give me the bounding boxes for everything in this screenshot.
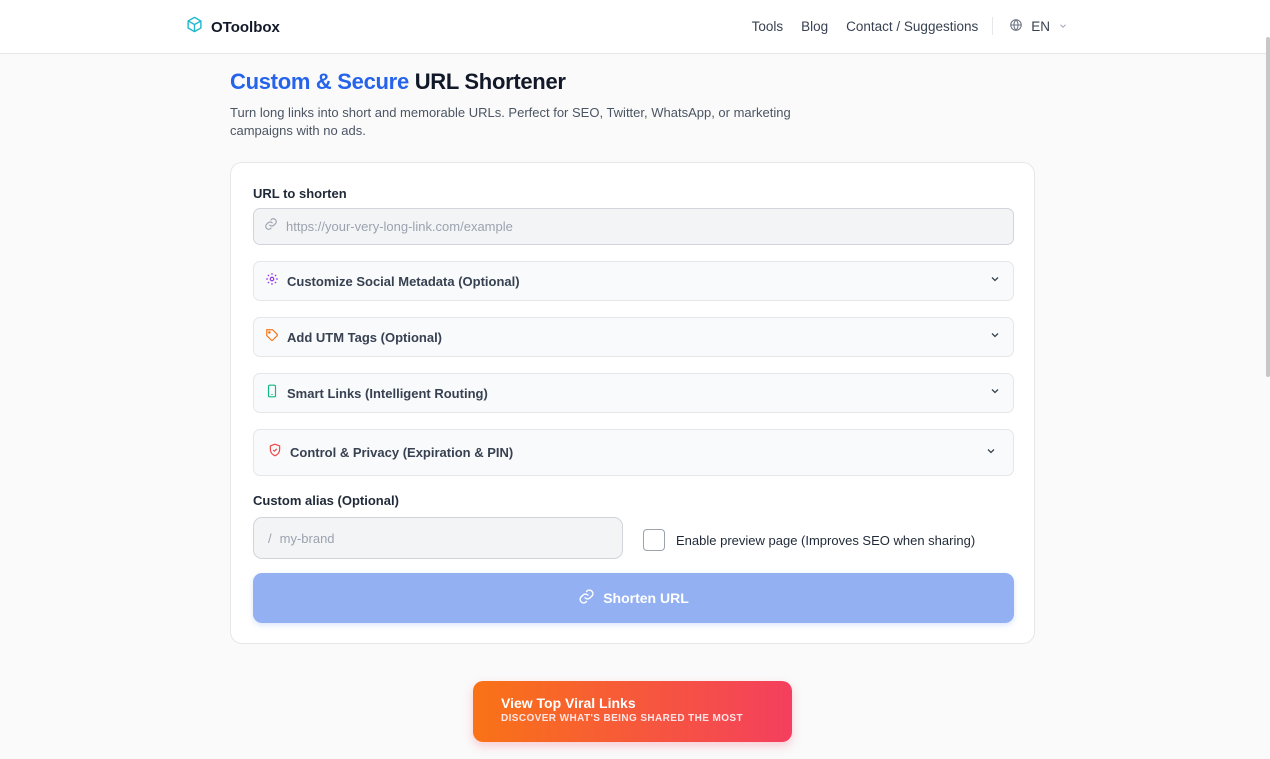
page-title-accent: Custom & Secure — [230, 69, 409, 94]
page-title: Custom & Secure URL Shortener — [230, 69, 566, 95]
nav-tools[interactable]: Tools — [752, 19, 784, 34]
top-navbar: OToolbox Tools Blog Contact / Suggestion… — [0, 0, 1270, 54]
url-input-field[interactable] — [253, 208, 1014, 245]
shorten-url-button[interactable]: Shorten URL — [253, 573, 1014, 623]
accordion-smart-links[interactable]: Smart Links (Intelligent Routing) — [253, 373, 1014, 413]
accordion-label: Control & Privacy (Expiration & PIN) — [290, 445, 514, 460]
smartphone-icon — [265, 384, 279, 403]
preview-page-option[interactable]: Enable preview page (Improves SEO when s… — [643, 529, 975, 551]
preview-checkbox[interactable] — [643, 529, 665, 551]
url-label: URL to shorten — [253, 186, 347, 201]
chevron-down-icon — [989, 272, 1001, 290]
page-title-rest: URL Shortener — [408, 69, 566, 94]
chevron-down-icon — [1058, 19, 1068, 34]
nav-blog[interactable]: Blog — [801, 19, 828, 34]
shortener-form-card: URL to shorten Customize Social Metadata… — [230, 162, 1035, 644]
link-icon — [264, 217, 278, 236]
shield-icon — [268, 443, 282, 462]
shorten-url-label: Shorten URL — [603, 590, 689, 606]
language-selector[interactable]: EN — [1009, 18, 1068, 35]
alias-input-field[interactable]: / — [253, 517, 623, 559]
link-icon — [578, 588, 595, 608]
accordion-control-privacy[interactable]: Control & Privacy (Expiration & PIN) — [253, 429, 1014, 476]
viral-subtitle: DISCOVER WHAT'S BEING SHARED THE MOST — [501, 713, 744, 724]
page-subtitle: Turn long links into short and memorable… — [230, 105, 791, 138]
accordion-social-metadata[interactable]: Customize Social Metadata (Optional) — [253, 261, 1014, 301]
chevron-down-icon — [989, 384, 1001, 402]
nav-contact[interactable]: Contact / Suggestions — [846, 19, 978, 34]
alias-label: Custom alias (Optional) — [253, 493, 399, 508]
chevron-down-icon — [989, 328, 1001, 346]
globe-icon — [1009, 18, 1023, 35]
accordion-label: Customize Social Metadata (Optional) — [287, 273, 520, 289]
brand-name: OToolbox — [211, 18, 280, 36]
view-viral-links-button[interactable]: View Top Viral Links DISCOVER WHAT'S BEI… — [473, 681, 792, 742]
page-scrollbar[interactable] — [1266, 37, 1270, 377]
accordion-label: Smart Links (Intelligent Routing) — [287, 385, 488, 401]
language-code: EN — [1031, 18, 1050, 34]
alias-prefix: / — [268, 530, 272, 546]
preview-checkbox-label: Enable preview page (Improves SEO when s… — [676, 532, 976, 548]
viral-title: View Top Viral Links — [501, 695, 636, 711]
tag-icon — [265, 328, 279, 347]
chevron-down-icon — [985, 444, 997, 462]
brand-logo[interactable]: OToolbox — [186, 16, 280, 38]
alias-input[interactable] — [279, 530, 622, 546]
cube-icon — [186, 16, 203, 38]
accordion-utm-tags[interactable]: Add UTM Tags (Optional) — [253, 317, 1014, 357]
nav-divider — [992, 17, 994, 35]
accordion-label: Add UTM Tags (Optional) — [287, 329, 443, 345]
gear-icon — [265, 272, 279, 291]
url-input[interactable] — [286, 219, 1013, 234]
main-nav: Tools Blog Contact / Suggestions EN — [734, 17, 1068, 35]
